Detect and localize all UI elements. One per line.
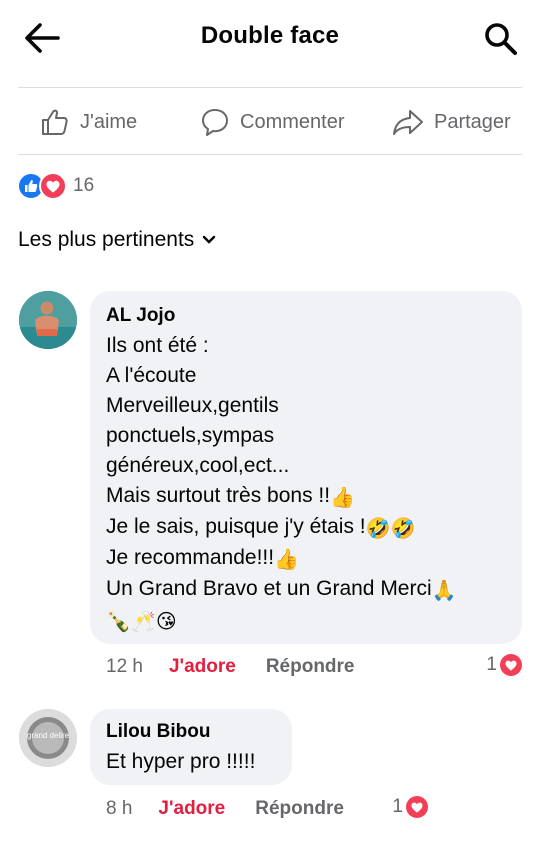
share-label: Partager [434,110,511,133]
divider [18,154,522,155]
search-icon[interactable] [482,20,520,58]
comment-line: Je recommande!!!👍 [106,543,512,574]
comment-line: Mais surtout très bons !!👍 [106,481,512,512]
post-actions: J'aime Commenter Partager [0,98,540,146]
thumbs-up-icon [42,109,68,135]
reply-button[interactable]: Répondre [266,656,355,678]
comment-line: ponctuels,sympas [106,424,275,447]
comment-line: Merveilleux,gentils [106,394,279,417]
like-count: 1 [486,654,497,675]
comment-bubble: AL Jojo Ils ont été : A l'écoute Merveil… [90,291,522,644]
comment-button[interactable]: Commenter [200,98,344,146]
comment-text: Ils ont été : A l'écoute Merveilleux,gen… [106,331,512,636]
rolling-laughing-emoji-icon: 🤣🤣 [365,516,416,540]
reply-button[interactable]: Répondre [255,798,344,820]
reaction-count: 16 [73,175,95,196]
share-button[interactable]: Partager [392,98,511,146]
top-bar: Double face [0,0,540,76]
adore-button[interactable]: J'adore [158,798,225,820]
comment-bubble-icon [202,109,228,136]
champagne-bottle-emoji-icon: 🍾 [106,609,131,633]
divider [18,87,522,88]
comment-line: A l'écoute [106,364,197,387]
folded-hands-emoji-icon: 🙏 [431,578,457,602]
share-arrow-icon [393,110,423,135]
comment-meta: 12 h J'adore Répondre 1 [106,654,522,680]
comment-line: Je le sais, puisque j'y étais !🤣🤣 [106,512,512,543]
kiss-face-emoji-icon: 😘 [155,609,177,633]
adore-button[interactable]: J'adore [169,656,236,678]
comment-line: 🍾🥂😘 [106,605,512,636]
comment-time[interactable]: 12 h [106,656,143,678]
clinking-glasses-emoji-icon: 🥂 [130,609,156,633]
comment-author[interactable]: Lilou Bibou [106,721,282,743]
love-reaction-icon [406,796,428,818]
love-reaction-icon [39,172,67,200]
comment-line: Ils ont été : [106,334,209,357]
avatar-text: grand delire [26,731,70,740]
comment-author[interactable]: AL Jojo [106,305,512,327]
love-reaction-icon [500,654,522,676]
comment-time[interactable]: 8 h [106,798,132,820]
chevron-down-icon [203,235,216,244]
comment-line-text: Je le sais, puisque j'y étais ! [106,515,366,538]
comment-bubble: Lilou Bibou Et hyper pro !!!!! [90,709,292,785]
thumbs-up-emoji-icon: 👍 [274,547,299,571]
like-count: 1 [392,796,403,817]
comment-line: généreux,cool,ect... [106,454,290,477]
comment-meta: 8 h J'adore Répondre 1 [106,796,428,822]
comment-line-text: Mais surtout très bons !! [106,484,331,507]
avatar[interactable] [19,291,77,349]
avatar[interactable]: grand delire [19,709,77,767]
comment-line-text: Je recommande!!! [106,546,275,569]
comment-line: Un Grand Bravo et un Grand Merci🙏 [106,574,512,605]
comment-text: Et hyper pro !!!!! [106,750,256,773]
sort-label: Les plus pertinents [18,228,195,251]
page-title: Double face [200,22,340,49]
comment-sort-dropdown[interactable]: Les plus pertinents [18,228,216,252]
reactions-summary[interactable]: 16 [17,172,94,200]
comment-label: Commenter [240,110,345,133]
like-button[interactable]: J'aime [40,98,137,146]
comment-reaction-count[interactable]: 1 [392,796,428,818]
thumbs-up-emoji-icon: 👍 [330,485,355,509]
comment-reaction-count[interactable]: 1 [486,654,522,676]
like-label: J'aime [80,110,138,133]
comment-line-text: Un Grand Bravo et un Grand Merci [106,577,432,600]
